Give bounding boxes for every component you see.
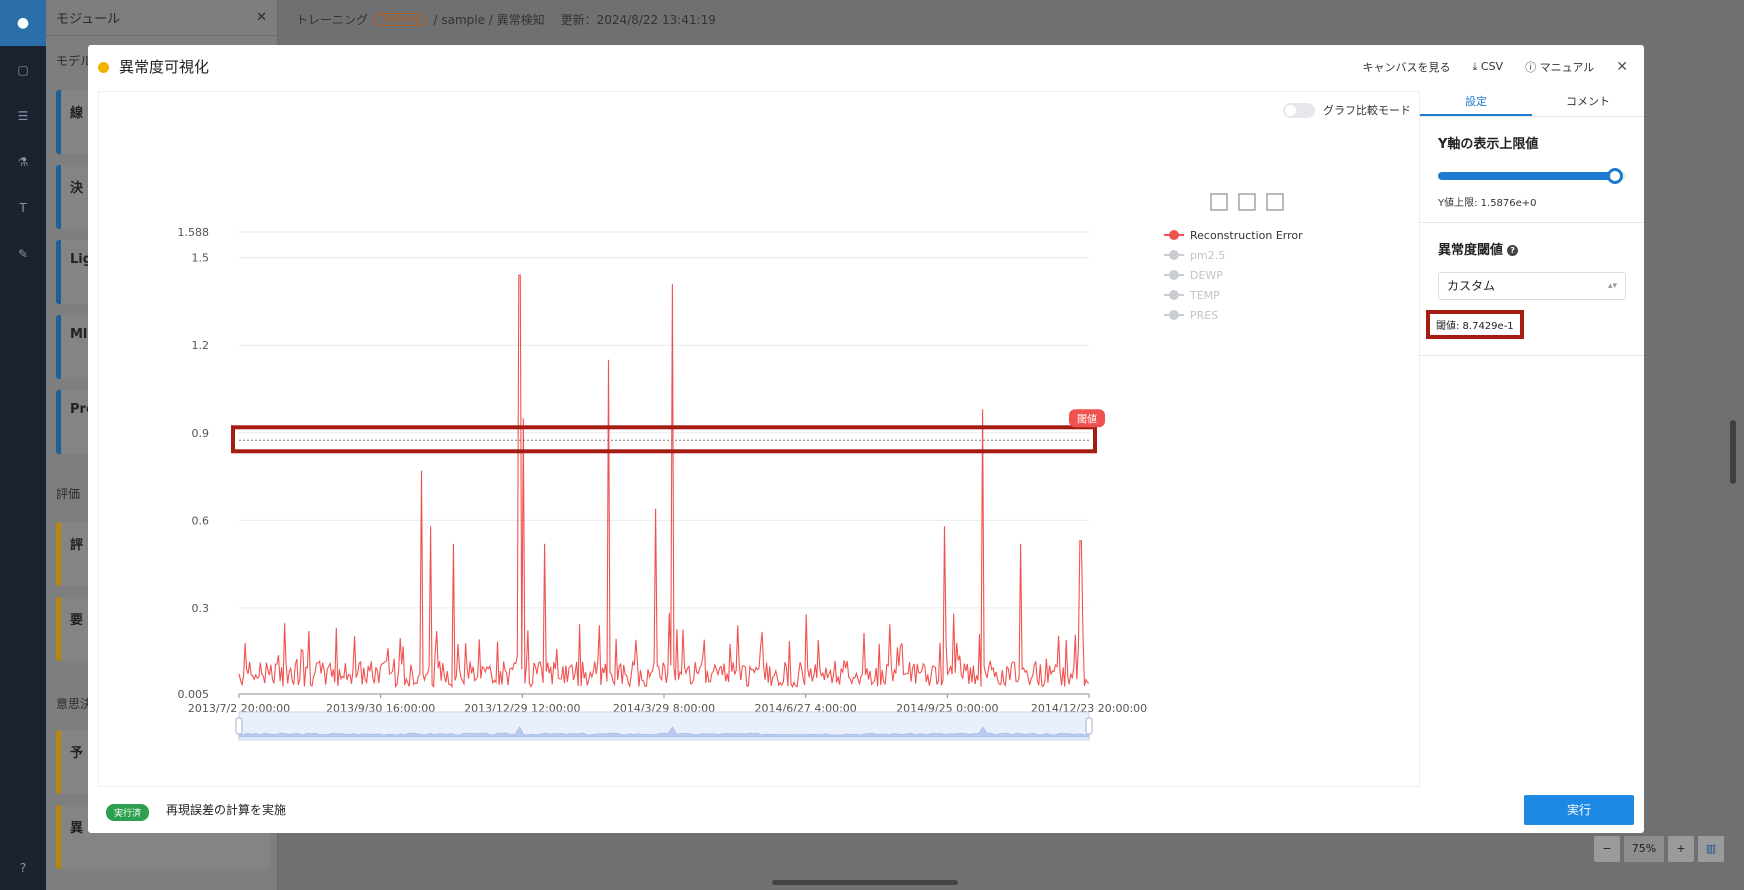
y-max-title: Y軸の表示上限値 [1438, 137, 1539, 152]
flask-icon[interactable]: ⚗ [15, 154, 31, 170]
threshold-value: 閾値: 8.7429e-1 [1426, 310, 1524, 339]
status-badge: 実行済 [106, 804, 150, 821]
breadcrumb-root[interactable]: トレーニング [296, 11, 368, 28]
threshold-mode-select[interactable]: カスタム ▴▾ [1438, 272, 1626, 300]
close-icon[interactable]: ✕ [1616, 59, 1628, 75]
manual-button[interactable]: ⓘ マニュアル [1525, 59, 1594, 75]
map-icon[interactable]: ▥ [1698, 836, 1724, 862]
edit-icon[interactable]: ✎ [15, 246, 31, 262]
y-tick-label: 0.3 [192, 602, 210, 615]
y-tick-label: 0.9 [192, 427, 210, 440]
y-tick-label: 1.588 [178, 226, 210, 239]
help-icon[interactable]: ? [1507, 245, 1519, 256]
run-button[interactable]: 実行 [1524, 795, 1634, 825]
series-line-reconstruction-error[interactable] [238, 274, 1090, 689]
database-icon[interactable]: ☰ [15, 108, 31, 124]
zoom-in-button[interactable]: + [1668, 836, 1694, 862]
threshold-badge-label: 閾値 [1077, 412, 1097, 425]
csv-download-button[interactable]: ⤓ CSV [1473, 60, 1504, 74]
zoom-out-button[interactable]: − [1594, 836, 1620, 862]
modal-title: 異常度可視化 [119, 58, 210, 76]
modal-footer: 実行済 再現誤差の計算を実施 実行 [88, 795, 1644, 833]
slider-handle[interactable] [1606, 168, 1623, 184]
section-label: 評価 [56, 487, 81, 501]
y-tick-label: 1.5 [192, 252, 210, 265]
legend-marker[interactable] [1169, 290, 1179, 300]
zoom-handle-left[interactable] [235, 717, 243, 735]
y-max-value: Y値上限: 1.5876e+0 [1438, 198, 1537, 209]
chart-area: グラフ比較モード 1.588 1.5 1.2 0.9 0.6 0.3 0.005 2013/7… [98, 91, 1420, 787]
tab-settings[interactable]: 設定 [1420, 91, 1532, 116]
settings-panel: 設定 コメント Y軸の表示上限値 Y値上限: 1.5876e+0 異常度閾値? … [1420, 91, 1644, 787]
module-panel-header: モジュール ✕ [46, 0, 277, 36]
anomaly-modal: 異常度可視化 キャンバスを見る ⤓ CSV ⓘ マニュアル ✕ グラフ比較モード… [88, 45, 1644, 833]
crop-icon[interactable] [1210, 193, 1228, 211]
scrollbar[interactable] [1730, 420, 1736, 484]
status-dot-icon [98, 62, 109, 73]
text-icon[interactable]: T [15, 200, 31, 216]
status-tag: Training [374, 12, 428, 26]
close-icon[interactable]: ✕ [256, 10, 267, 25]
legend-label[interactable]: DEWP [1190, 269, 1223, 282]
section-label: モデル [56, 54, 93, 68]
manual-label: マニュアル [1539, 61, 1595, 74]
reconstruction-error-chart[interactable]: 1.5881.51.20.90.60.30.0052013/7/2 20:00:… [99, 92, 1421, 788]
zoom-handle-right[interactable] [1085, 717, 1093, 735]
legend-marker[interactable] [1169, 250, 1179, 260]
help-icon[interactable]: ? [15, 860, 31, 876]
status-text: 再現誤差の計算を実施 [166, 803, 287, 817]
slider-fill [1438, 172, 1615, 180]
threshold-highlight-box [231, 425, 1097, 454]
section-label: 意思決 [56, 697, 93, 711]
app-logo-icon[interactable]: ● [0, 0, 46, 46]
app-sidebar: ● ▢ ☰ ⚗ T ✎ ? [0, 0, 46, 890]
file-icon[interactable]: ▢ [15, 62, 31, 78]
legend-label[interactable]: TEMP [1189, 289, 1220, 302]
legend-label[interactable]: pm2.5 [1190, 249, 1225, 262]
breadcrumb-path: / sample / 異常検知 [433, 12, 545, 27]
legend-marker[interactable] [1169, 310, 1179, 320]
legend-label[interactable]: Reconstruction Error [1190, 229, 1303, 242]
zoom-controls: − 75% + ▥ [1594, 836, 1724, 862]
view-canvas-button[interactable]: キャンバスを見る [1363, 59, 1451, 75]
home-indicator [772, 880, 958, 885]
download-icon[interactable] [1266, 193, 1284, 211]
legend-marker[interactable] [1169, 270, 1179, 280]
y-max-slider[interactable] [1438, 168, 1626, 184]
threshold-mode-value: カスタム [1447, 279, 1496, 293]
y-tick-label: 0.6 [192, 514, 210, 527]
modal-header: 異常度可視化 キャンバスを見る ⤓ CSV ⓘ マニュアル ✕ [88, 45, 1644, 89]
updated-time: 更新：2024/8/22 13:41:19 [560, 12, 716, 27]
tab-comment[interactable]: コメント [1532, 91, 1644, 116]
csv-download-label: CSV [1480, 60, 1504, 73]
question-icon: ⓘ [1525, 61, 1540, 74]
y-tick-label: 1.2 [192, 339, 210, 352]
legend-label[interactable]: PRES [1190, 309, 1218, 322]
breadcrumb: トレーニング Training / sample / 異常検知 更新：2024/… [278, 0, 1744, 38]
legend-marker[interactable] [1169, 230, 1179, 240]
reset-icon[interactable] [1238, 193, 1256, 211]
download-icon: ⤓ [1472, 60, 1481, 73]
module-panel-title: モジュール [56, 12, 121, 27]
chevron-updown-icon: ▴▾ [1607, 281, 1617, 291]
y-tick-label: 0.005 [178, 688, 210, 701]
anomaly-threshold-title: 異常度閾値 [1438, 243, 1504, 258]
zoom-level: 75% [1624, 836, 1664, 862]
